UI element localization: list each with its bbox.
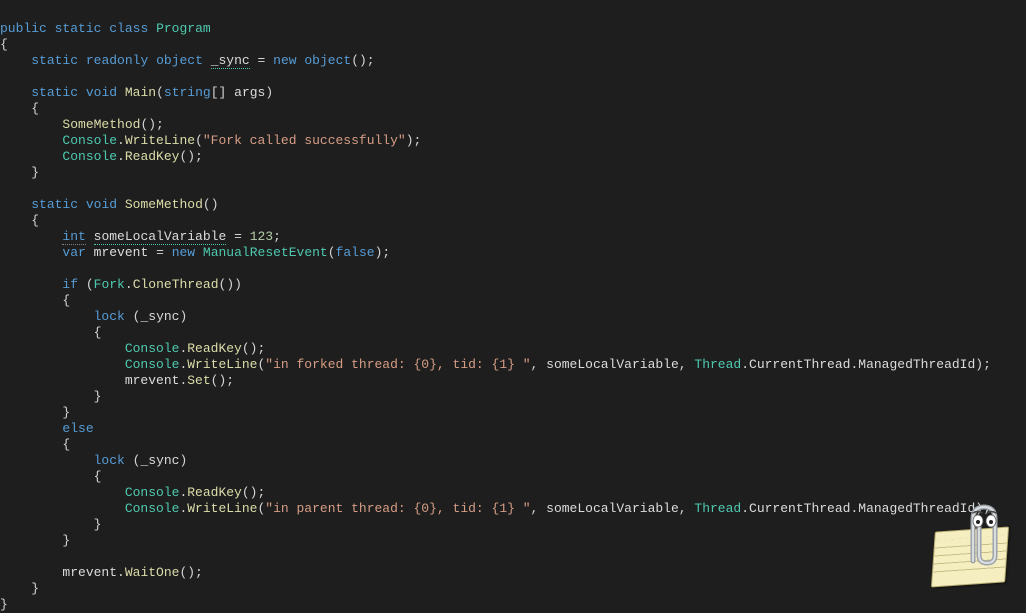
paperclip-icon xyxy=(963,503,1005,577)
code-text: public static class Program { static rea… xyxy=(0,21,991,612)
clippy-assistant-icon[interactable] xyxy=(929,503,1014,588)
code-editor[interactable]: public static class Program { static rea… xyxy=(0,5,1026,613)
